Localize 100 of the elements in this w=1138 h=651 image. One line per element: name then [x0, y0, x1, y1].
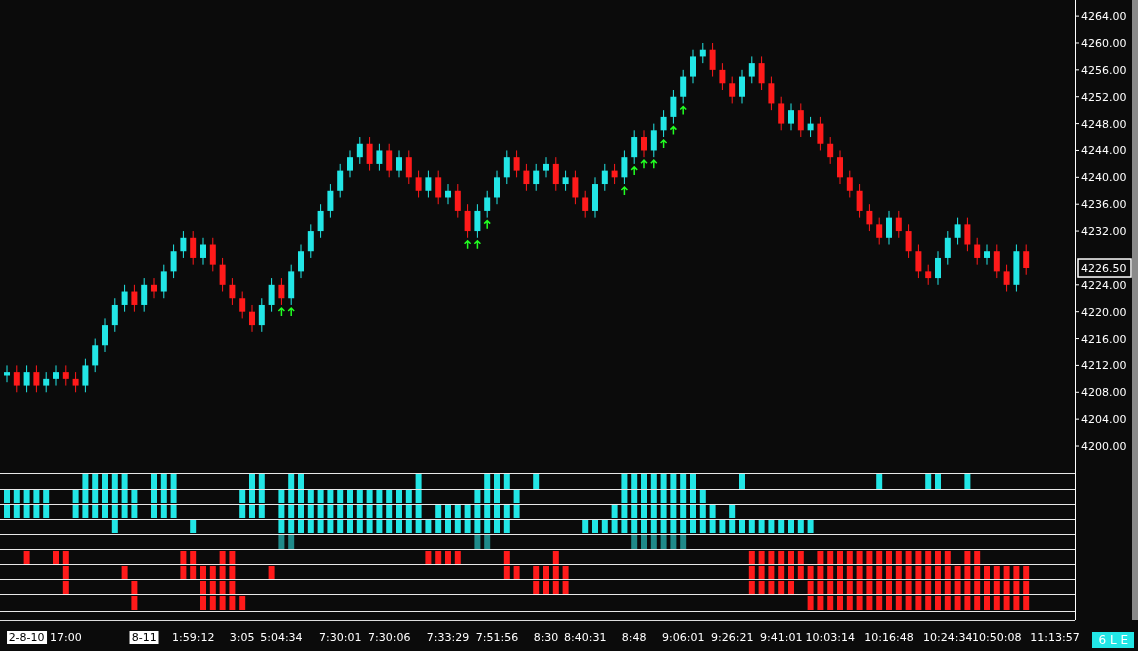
date-label: 8-11: [129, 631, 159, 644]
time-label: 7:30:06: [367, 631, 412, 644]
candle: [748, 55, 755, 84]
price-tick-label: 4252.00: [1081, 90, 1127, 104]
time-label: 7:51:56: [474, 631, 520, 644]
time-label: 3:05: [228, 631, 256, 644]
candle: [690, 49, 696, 84]
candle: [778, 96, 785, 131]
price-tick-label: 4204.00: [1081, 413, 1127, 427]
candle: [788, 102, 794, 131]
candle: [307, 223, 314, 259]
price-tick-label: 4200.00: [1081, 440, 1127, 453]
candle: [121, 284, 128, 313]
time-label: 10:50:08: [971, 631, 1023, 644]
candle: [582, 190, 589, 219]
candle: [474, 203, 481, 239]
candle: [151, 277, 157, 299]
candle: [435, 170, 442, 205]
candle: [43, 371, 50, 393]
candle: [92, 338, 99, 373]
time-label: 17:00: [48, 631, 83, 644]
up-arrow-icon: [659, 138, 668, 149]
candle: [699, 42, 706, 64]
time-label: 9:26:21: [710, 631, 755, 644]
price-tick-label: 4232.00: [1081, 225, 1127, 239]
candle: [415, 170, 422, 198]
candle: [935, 250, 941, 286]
date-label: 2-8-10: [6, 631, 47, 644]
candle: [915, 244, 922, 279]
price-tick-label: 4256.00: [1081, 63, 1127, 77]
candle: [484, 190, 491, 219]
candle: [396, 149, 402, 178]
candle: [680, 69, 687, 104]
candle: [229, 277, 236, 306]
up-arrow-icon: [679, 105, 687, 116]
time-label: 10:03:14: [804, 631, 856, 644]
candle: [797, 102, 804, 138]
candle: [984, 244, 990, 266]
price-tick-label: 4220.00: [1081, 305, 1127, 319]
candle: [209, 237, 216, 272]
time-label: 1:59:12: [171, 631, 216, 644]
candle: [386, 143, 393, 178]
up-arrow-icon: [640, 159, 648, 169]
candle: [964, 217, 971, 252]
time-label: 10:16:48: [863, 631, 915, 644]
last-price-label: 4226.50: [1077, 258, 1132, 278]
candle: [405, 149, 412, 185]
candle: [268, 277, 275, 313]
up-arrow-icon: [620, 186, 629, 196]
candle: [641, 129, 647, 158]
candle: [905, 223, 912, 259]
time-label: 9:41:01: [759, 631, 804, 644]
candle: [131, 284, 138, 313]
time-label: 8:40:31: [563, 631, 608, 644]
candle: [562, 170, 569, 192]
candle: [239, 291, 246, 319]
candle: [709, 42, 716, 78]
candle: [768, 76, 775, 111]
candle: [817, 116, 824, 151]
candle: [543, 156, 549, 178]
up-arrow-icon: [650, 159, 658, 169]
candle: [660, 109, 667, 138]
price-tick-label: 4224.00: [1081, 278, 1127, 292]
candle: [376, 143, 383, 172]
candle: [219, 257, 226, 293]
candle: [23, 364, 30, 393]
candle: [258, 297, 265, 333]
up-arrow-icon: [630, 165, 638, 176]
candle: [102, 317, 108, 353]
candle: [180, 230, 187, 259]
candle: [954, 217, 961, 245]
candle: [1023, 244, 1030, 276]
price-tick-label: 4236.00: [1081, 198, 1127, 212]
candle: [445, 183, 451, 205]
candle: [827, 136, 834, 165]
candle: [337, 163, 344, 198]
price-tick-label: 4216.00: [1081, 332, 1127, 346]
candle: [33, 364, 40, 393]
candle: [278, 277, 285, 306]
candle: [200, 237, 206, 266]
candle: [944, 230, 951, 266]
scrollbar[interactable]: [1132, 0, 1138, 620]
price-tick-label: 4264.00: [1081, 10, 1127, 24]
candle: [572, 170, 579, 205]
candle: [739, 69, 745, 104]
candle: [895, 210, 902, 239]
candle: [866, 203, 873, 232]
candle: [719, 62, 726, 91]
price-tick-label: 4260.00: [1081, 37, 1127, 50]
up-arrow-icon: [483, 219, 491, 230]
candle: [347, 149, 353, 178]
candle: [925, 264, 932, 286]
time-label: 11:13:57: [1029, 631, 1081, 644]
time-label: 7:30:01: [318, 631, 363, 644]
time-label: 9:06:01: [661, 631, 706, 644]
candle: [611, 163, 618, 185]
time-label: 8:48: [620, 631, 648, 644]
candle: [552, 156, 559, 192]
candle: [288, 264, 295, 306]
candle: [650, 123, 657, 158]
